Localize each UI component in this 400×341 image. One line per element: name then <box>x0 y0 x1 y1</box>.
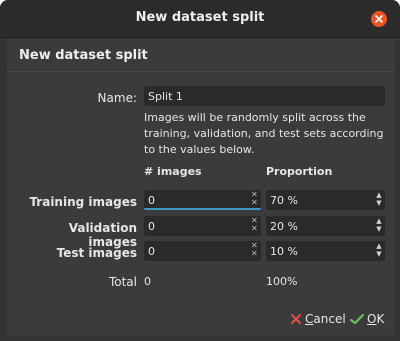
training-images-input[interactable]: 0 ✕ ✕ <box>144 190 261 210</box>
name-label: Name: <box>97 91 137 105</box>
ok-button[interactable]: OK <box>350 309 384 329</box>
images-column-header: # images <box>144 165 202 178</box>
validation-proportion-value: 20 % <box>270 220 298 233</box>
validation-images-input[interactable]: 0 ✕ ✕ <box>144 216 261 236</box>
total-proportion-value: 100% <box>266 275 298 288</box>
spin-arrows-icon[interactable]: ▲ ▼ <box>376 217 382 233</box>
description-text: Images will be randomly split across the… <box>144 111 384 156</box>
cancel-button[interactable]: Cancel <box>290 309 346 329</box>
clear-icon[interactable]: ✕ ✕ <box>251 217 258 233</box>
clear-icon[interactable]: ✕ ✕ <box>251 242 258 258</box>
name-field[interactable]: Split 1 <box>144 86 385 106</box>
cancel-label: Cancel <box>305 312 346 326</box>
close-icon <box>375 15 383 23</box>
titlebar: New dataset split <box>0 0 400 38</box>
test-proportion-spinbox[interactable]: 10 % ▲ ▼ <box>266 241 385 261</box>
cancel-x-icon <box>291 314 301 324</box>
validation-proportion-spinbox[interactable]: 20 % ▲ ▼ <box>266 216 385 236</box>
spin-arrows-icon[interactable]: ▲ ▼ <box>376 191 382 207</box>
total-label: Total <box>108 275 137 289</box>
window-title: New dataset split <box>135 10 265 25</box>
test-images-label: Test images <box>56 246 137 260</box>
spin-arrows-icon[interactable]: ▲ ▼ <box>376 242 382 258</box>
training-proportion-value: 70 % <box>270 194 298 207</box>
test-images-input[interactable]: 0 ✕ ✕ <box>144 241 261 261</box>
proportion-column-header: Proportion <box>266 165 333 178</box>
ok-label: OK <box>367 312 385 326</box>
close-button[interactable] <box>371 11 387 27</box>
name-value: Split 1 <box>148 90 183 103</box>
training-images-value: 0 <box>148 194 155 207</box>
training-images-label: Training images <box>29 195 137 209</box>
clear-icon[interactable]: ✕ ✕ <box>251 191 258 207</box>
validation-images-value: 0 <box>148 220 155 233</box>
divider <box>7 71 395 72</box>
ok-check-icon <box>350 313 364 325</box>
section-title: New dataset split <box>19 48 148 63</box>
test-images-value: 0 <box>148 245 155 258</box>
test-proportion-value: 10 % <box>270 245 298 258</box>
total-images-value: 0 <box>144 275 151 288</box>
dialog-pane: New dataset split Name: Split 1 Images w… <box>7 38 395 336</box>
training-proportion-spinbox[interactable]: 70 % ▲ ▼ <box>266 190 385 210</box>
validation-images-label: Validation images <box>68 221 137 249</box>
dialog-window: New dataset split New dataset split Name… <box>0 0 400 341</box>
